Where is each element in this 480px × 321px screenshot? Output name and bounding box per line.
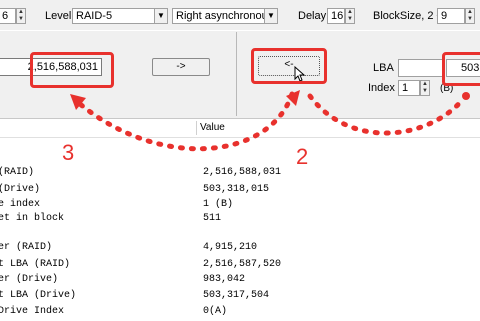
arrow-dot-right [462, 92, 470, 100]
arrow-path-right [307, 93, 467, 136]
step-number-3: 3 [62, 140, 75, 165]
arrow-path-left [77, 91, 295, 152]
step-number-2: 2 [296, 144, 309, 169]
